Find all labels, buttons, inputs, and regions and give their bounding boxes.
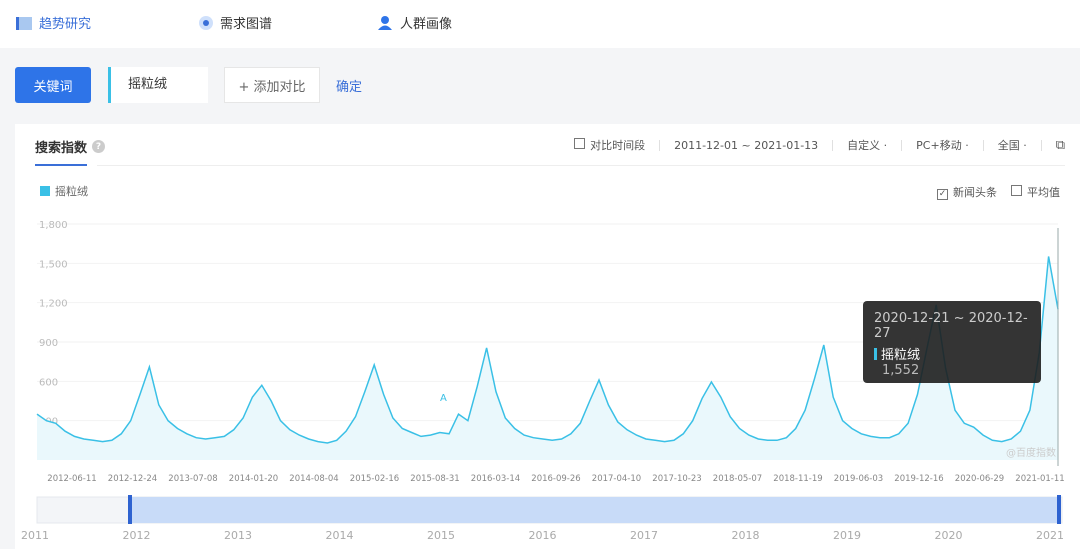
tooltip-range: 2020-12-21 ~ 2020-12-27 [874,311,1028,341]
x-tick-label: 2018-05-07 [713,474,762,484]
minimap-selection[interactable] [130,497,1060,523]
minimap-year-label: 2016 [529,529,557,542]
x-tick-label: 2012-06-11 [47,474,96,484]
x-tick-label: 2016-03-14 [471,474,520,484]
x-tick-label: 2016-09-26 [531,474,580,484]
minimap-year-label: 2011 [21,529,49,542]
minimap-handle-right[interactable] [1057,495,1061,524]
minimap-year-label: 2015 [427,529,455,542]
tooltip-value: 1,552 [882,363,920,378]
chart-tooltip: 2020-12-21 ~ 2020-12-27 摇粒绒 1,552 [863,301,1041,383]
watermark: @百度指数 [1006,446,1056,459]
search-index-chart[interactable]: 1,8001,5001,200900600300A@百度指数2012-06-11… [0,0,1080,549]
x-tick-label: 2014-08-04 [289,474,338,484]
x-tick-label: 2012-12-24 [108,474,157,484]
x-tick-label: 2013-07-08 [168,474,217,484]
y-tick-label: 600 [39,377,58,388]
x-tick-label: 2021-01-11 [1015,474,1064,484]
minimap-year-label: 2012 [123,529,151,542]
minimap-year-label: 2017 [630,529,658,542]
minimap-handle-left[interactable] [128,495,132,524]
minimap-year-label: 2019 [833,529,861,542]
minimap-year-label: 2020 [935,529,963,542]
x-tick-label: 2020-06-29 [955,474,1004,484]
x-tick-label: 2019-06-03 [834,474,883,484]
x-tick-label: 2014-01-20 [229,474,278,484]
series-marker [874,347,877,360]
minimap-year-label: 2014 [326,529,354,542]
minimap-year-label: 2013 [224,529,252,542]
x-tick-label: 2018-11-19 [773,474,822,484]
y-tick-label: 900 [39,338,58,349]
minimap-year-label: 2018 [732,529,760,542]
x-tick-label: 2017-10-23 [652,474,701,484]
tooltip-series: 摇粒绒 [881,348,921,363]
y-tick-label: 1,200 [39,299,68,310]
y-tick-label: 1,800 [39,220,68,231]
y-tick-label: 1,500 [39,259,68,270]
x-tick-label: 2017-04-10 [592,474,641,484]
news-annotation: A [440,393,447,404]
x-tick-label: 2015-02-16 [350,474,399,484]
x-tick-label: 2019-12-16 [894,474,943,484]
x-tick-label: 2015-08-31 [410,474,459,484]
minimap-year-label: 2021 [1036,529,1064,542]
